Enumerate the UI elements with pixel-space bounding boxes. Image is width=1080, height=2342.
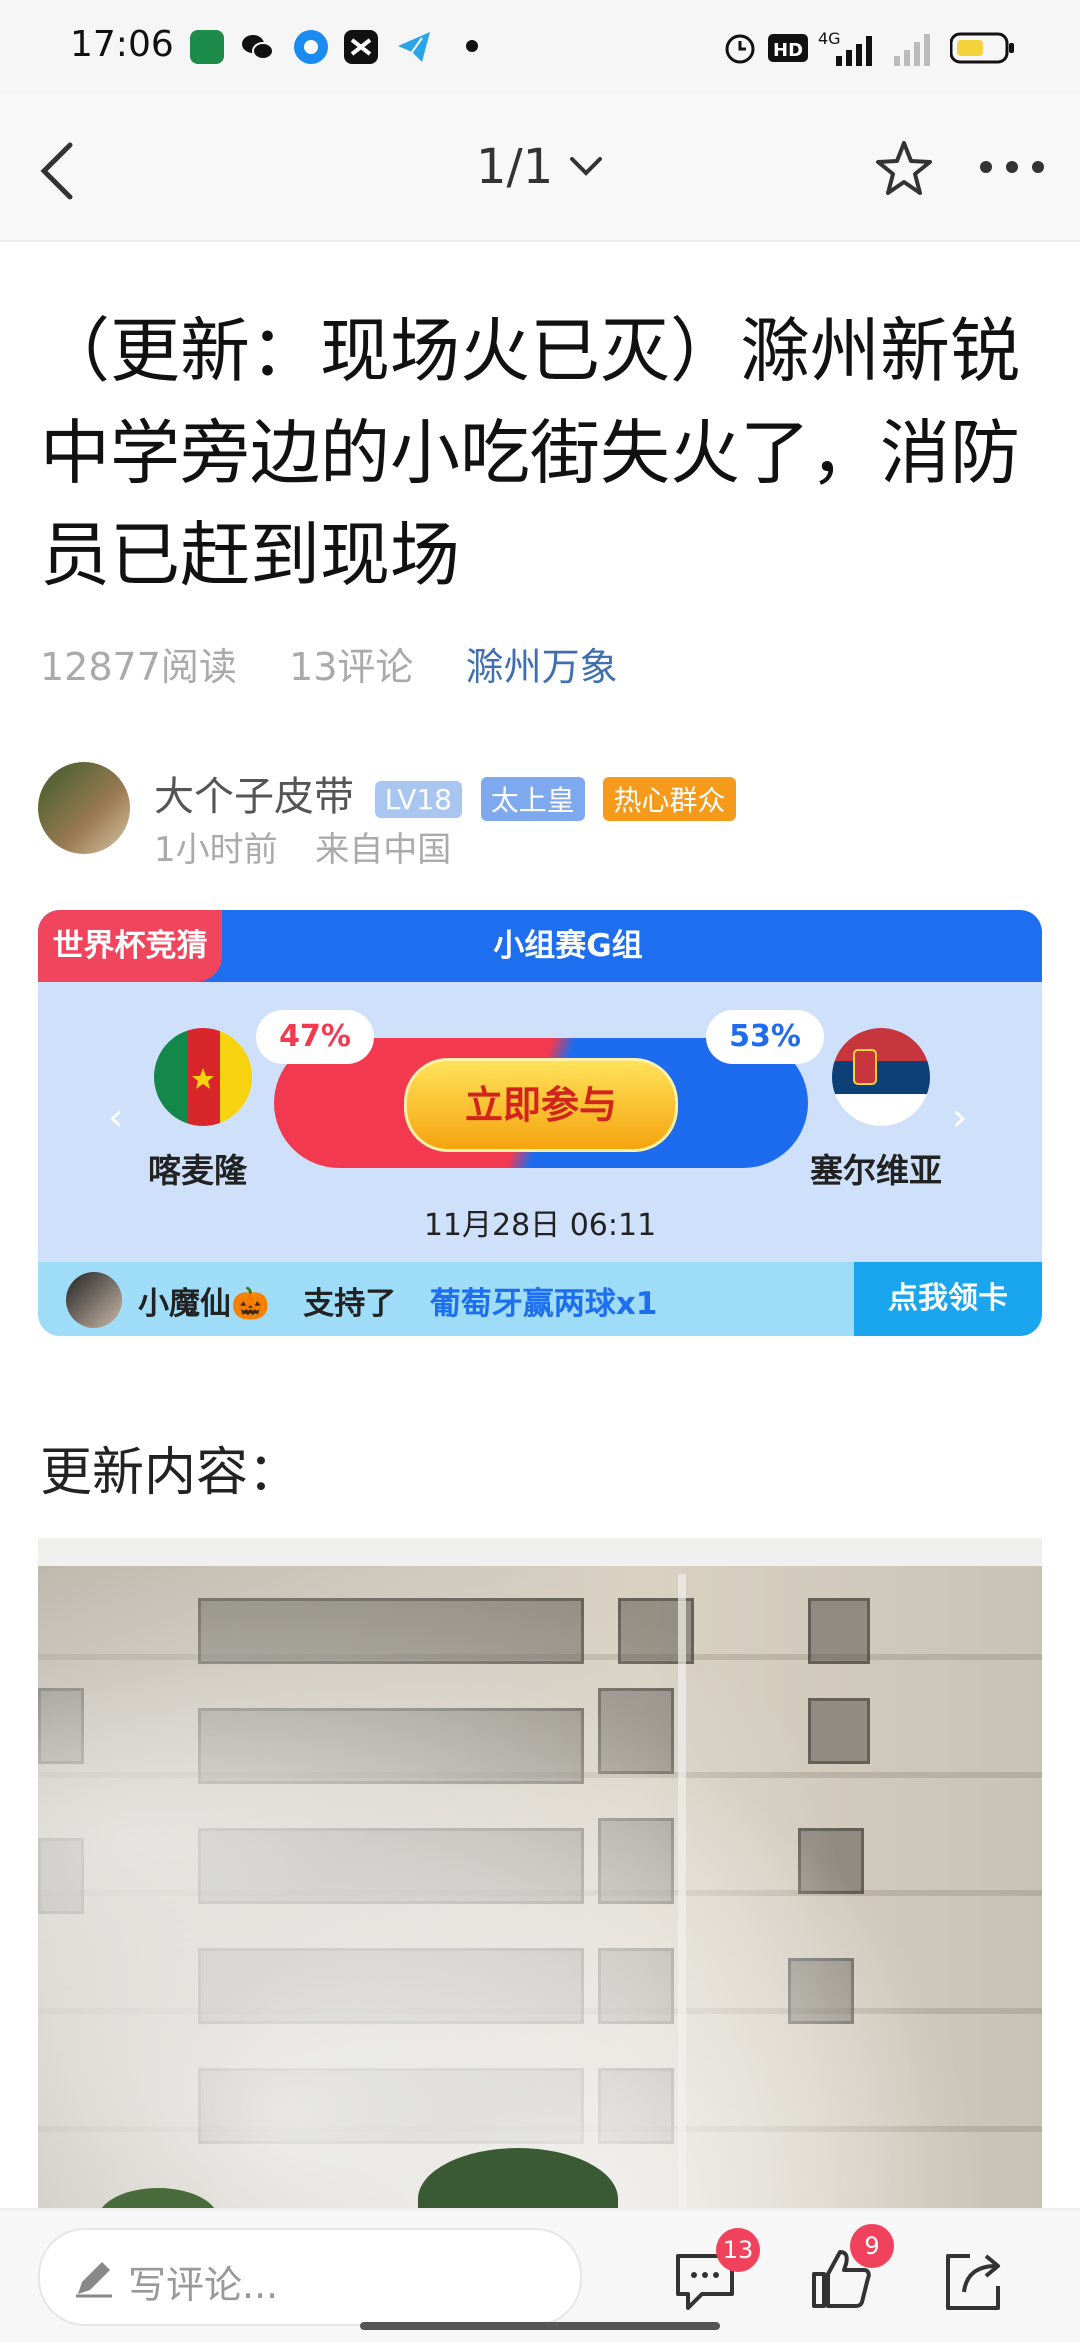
notification-dot [466,40,478,52]
like-count-badge: 9 [850,2224,894,2268]
post-time: 1小时前 来自中国 [154,822,451,871]
comment-count-badge: 13 [716,2228,760,2272]
author-name[interactable]: 大个子皮带 [154,774,354,820]
telegram-icon [396,30,430,64]
left-percent: 47% [256,1010,374,1064]
browser-icon [294,30,328,64]
supporter-text: 小魔仙🎃 支持了 葡萄牙赢两球x1 [138,1278,657,1323]
signal-icon [892,30,936,72]
svg-text:HD: HD [773,40,803,61]
source-link[interactable]: 滁州万象 [466,645,618,689]
supporter-avatar [66,1272,122,1328]
group-label: 小组赛G组 [493,928,643,964]
home-indicator[interactable] [360,2322,720,2330]
supporter-bar: 小魔仙🎃 支持了 葡萄牙赢两球x1 点我领卡 [38,1262,1042,1336]
article-photo[interactable] [38,1538,1042,2250]
comment-placeholder: 写评论... [128,2263,279,2307]
join-now-button[interactable]: 立即参与 [404,1058,678,1152]
oppo-app-icon [190,30,224,64]
alarm-icon [722,30,758,70]
author-avatar[interactable] [38,762,130,854]
world-cup-prediction-card[interactable]: 世界杯竞猜 小组赛G组 ‹ › 喀麦隆 47% 53% 立即参与 塞尔维亚 11… [38,910,1042,1336]
author-row: 大个子皮带 LV18 太上皇 热心群众 [154,764,736,822]
photo-smoke [38,1566,1042,2250]
team-right-name: 塞尔维亚 [810,1151,942,1190]
back-button[interactable] [30,135,94,207]
wechat-icon [240,30,274,64]
battery-icon [949,32,1016,68]
right-percent: 53% [706,1010,824,1064]
comment-input[interactable]: 写评论... [38,2228,582,2326]
comment-count-text: 13评论 [289,645,414,689]
capcut-icon [344,30,378,64]
chevron-right-icon[interactable]: › [952,1095,967,1139]
hd-icon: HD [768,32,808,68]
team-left-name: 喀麦隆 [148,1151,247,1190]
chevron-left-icon[interactable]: ‹ [108,1095,123,1139]
title-badge: 太上皇 [480,777,585,821]
pencil-icon [72,2256,116,2304]
level-badge: LV18 [374,780,463,818]
article-title: （更新：现场火已灭）滁州新锐中学旁边的小吃街失火了，消防员已赶到现场 [40,310,1020,596]
share-icon[interactable] [940,2248,1006,2318]
claim-card-button[interactable]: 点我领卡 [854,1262,1042,1336]
nav-bar: 1/1 [0,95,1080,242]
status-time: 17:06 [70,24,174,65]
supporter-name: 小魔仙🎃 [138,1286,270,1322]
more-menu-button[interactable] [976,155,1050,183]
svg-text:4G: 4G [818,29,841,48]
post-origin: 来自中国 [315,830,452,870]
status-bar: 17:06 HD 4G [0,0,1080,95]
signal-4g-icon: 4G [818,28,878,72]
supporter-pick: 葡萄牙赢两球x1 [429,1286,658,1322]
supporter-action: 支持了 [303,1286,397,1322]
role-badge: 热心群众 [603,777,736,821]
card-tag: 世界杯竞猜 [38,910,222,982]
update-heading: 更新内容： [40,1443,301,1503]
favorite-star-button[interactable] [872,137,936,205]
cameroon-flag-icon [154,1028,252,1126]
post-time-ago: 1小时前 [154,830,278,870]
chevron-down-icon[interactable] [566,145,606,189]
read-count: 12877阅读 [40,645,237,689]
serbia-flag-icon [832,1028,930,1126]
article-meta: 12877阅读 13评论 滁州万象 [40,636,618,691]
match-datetime: 11月28日 06:11 [423,1208,657,1243]
page-indicator[interactable]: 1/1 [476,139,553,195]
